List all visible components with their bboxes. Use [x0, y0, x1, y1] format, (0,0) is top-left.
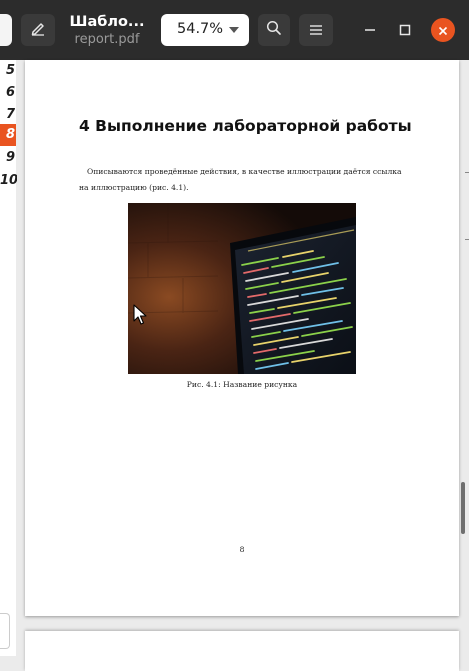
pdf-page: 4 Выполнение лабораторной работы Описыва… [25, 60, 459, 616]
figure-caption: Рис. 4.1: Название рисунка [186, 380, 298, 389]
minimize-button[interactable] [358, 18, 382, 42]
search-icon [266, 20, 282, 40]
maximize-button[interactable] [393, 18, 417, 42]
paragraph-text: Описываются проведённые действия, в каче… [79, 167, 402, 192]
divider [465, 172, 469, 173]
document-viewer[interactable]: 4 Выполнение лабораторной работы Описыва… [17, 60, 469, 671]
figure-image [128, 203, 356, 374]
annotate-button[interactable] [21, 14, 55, 46]
zoom-select[interactable]: 54.7% [161, 14, 249, 46]
sidebar-scroll-handle[interactable] [0, 613, 10, 649]
page-index-sidebar: 5 6 7 8 9 10 [0, 60, 18, 656]
window-title: Шабло... report.pdf [64, 13, 150, 48]
page-number: 8 [239, 545, 245, 554]
hamburger-menu-icon [309, 21, 323, 40]
sidebar-item-page-10[interactable]: 10 [0, 170, 18, 192]
maximize-icon [399, 21, 411, 40]
sidebar-item-page-5[interactable]: 5 [0, 60, 16, 82]
sidebar-item-page-9[interactable]: 9 [0, 147, 16, 169]
mouse-pointer-icon [133, 304, 147, 326]
sidebar-item-page-8[interactable]: 8 [0, 124, 16, 146]
main-menu-button[interactable] [299, 14, 333, 46]
sidebar-item-page-6[interactable]: 6 [0, 82, 16, 104]
next-pdf-page [25, 631, 459, 671]
vertical-scrollbar[interactable] [461, 482, 465, 534]
header-bar: Шабло... report.pdf 54.7% [0, 0, 469, 60]
divider [465, 239, 469, 240]
chevron-down-icon [229, 27, 239, 33]
close-window-button[interactable] [431, 18, 455, 42]
section-heading: 4 Выполнение лабораторной работы [79, 117, 412, 135]
sidebar-item-page-7[interactable]: 7 [0, 104, 16, 126]
minimize-icon [364, 21, 376, 40]
document-title: Шабло... [69, 14, 145, 30]
close-icon [438, 21, 448, 40]
pencil-icon [30, 20, 46, 40]
search-button[interactable] [258, 14, 290, 46]
sidebar-toggle-button[interactable] [0, 14, 12, 46]
document-filename: report.pdf [74, 32, 140, 47]
zoom-value: 54.7% [177, 21, 224, 37]
